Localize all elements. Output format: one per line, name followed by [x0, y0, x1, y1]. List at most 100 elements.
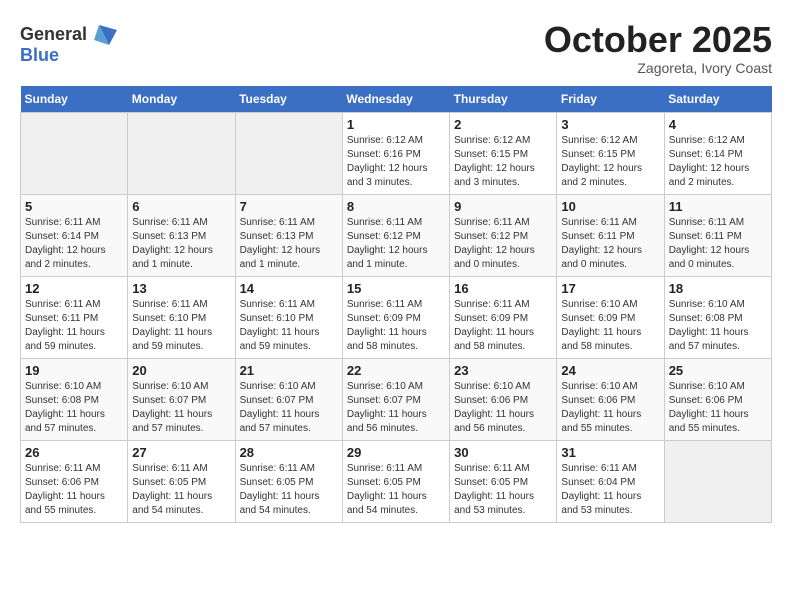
page-header: General Blue October 2025 Zagoreta, Ivor… [20, 20, 772, 76]
calendar-cell: 2 Sunrise: 6:12 AMSunset: 6:15 PMDaylight… [450, 112, 557, 194]
calendar-week-row: 26 Sunrise: 6:11 AMSunset: 6:06 PMDayligh… [21, 440, 772, 522]
calendar-cell: 29 Sunrise: 6:11 AMSunset: 6:05 PMDayligh… [342, 440, 449, 522]
day-number: 9 [454, 199, 552, 214]
day-number: 12 [25, 281, 123, 296]
calendar-cell: 5 Sunrise: 6:11 AMSunset: 6:14 PMDaylight… [21, 194, 128, 276]
day-info: Sunrise: 6:10 AMSunset: 6:09 PMDaylight:… [561, 298, 659, 354]
day-info: Sunrise: 6:11 AMSunset: 6:14 PMDaylight:… [25, 216, 123, 272]
day-number: 10 [561, 199, 659, 214]
day-number: 21 [240, 363, 338, 378]
logo-general-text: General [20, 25, 87, 45]
day-info: Sunrise: 6:12 AMSunset: 6:14 PMDaylight:… [669, 134, 767, 190]
day-info: Sunrise: 6:11 AMSunset: 6:05 PMDaylight:… [454, 462, 552, 518]
day-info: Sunrise: 6:11 AMSunset: 6:05 PMDaylight:… [240, 462, 338, 518]
weekday-header-wednesday: Wednesday [342, 86, 449, 113]
calendar-cell: 28Sunrise: 6:11 AMSunset: 6:05 PMDayligh… [235, 440, 342, 522]
day-number: 30 [454, 445, 552, 460]
day-number: 15 [347, 281, 445, 296]
calendar-cell: 6 Sunrise: 6:11 AMSunset: 6:13 PMDaylight… [128, 194, 235, 276]
calendar-cell: 10 Sunrise: 6:11 AMSunset: 6:11 PMDayligh… [557, 194, 664, 276]
day-info: Sunrise: 6:11 AMSunset: 6:05 PMDaylight:… [347, 462, 445, 518]
day-info: Sunrise: 6:11 AMSunset: 6:11 PMDaylight:… [561, 216, 659, 272]
calendar-cell: 16 Sunrise: 6:11 AMSunset: 6:09 PMDayligh… [450, 276, 557, 358]
day-info: Sunrise: 6:12 AMSunset: 6:15 PMDaylight:… [561, 134, 659, 190]
title-section: October 2025 Zagoreta, Ivory Coast [544, 20, 772, 76]
logo-blue-text: Blue [20, 46, 59, 66]
day-number: 24 [561, 363, 659, 378]
logo: General Blue [20, 20, 119, 66]
calendar-cell: 9 Sunrise: 6:11 AMSunset: 6:12 PMDaylight… [450, 194, 557, 276]
calendar-cell [21, 112, 128, 194]
day-number: 2 [454, 117, 552, 132]
day-number: 29 [347, 445, 445, 460]
day-info: Sunrise: 6:11 AMSunset: 6:12 PMDaylight:… [454, 216, 552, 272]
day-number: 6 [132, 199, 230, 214]
day-info: Sunrise: 6:10 AMSunset: 6:07 PMDaylight:… [240, 380, 338, 436]
day-number: 8 [347, 199, 445, 214]
weekday-header-saturday: Saturday [664, 86, 771, 113]
calendar-cell: 17 Sunrise: 6:10 AMSunset: 6:09 PMDayligh… [557, 276, 664, 358]
calendar-table: SundayMondayTuesdayWednesdayThursdayFrid… [20, 86, 772, 523]
calendar-cell: 19 Sunrise: 6:10 AMSunset: 6:08 PMDayligh… [21, 358, 128, 440]
calendar-cell: 24 Sunrise: 6:10 AMSunset: 6:06 PMDayligh… [557, 358, 664, 440]
day-number: 31 [561, 445, 659, 460]
calendar-week-row: 12 Sunrise: 6:11 AMSunset: 6:11 PMDayligh… [21, 276, 772, 358]
calendar-cell [128, 112, 235, 194]
calendar-cell: 3Sunrise: 6:12 AMSunset: 6:15 PMDaylight… [557, 112, 664, 194]
day-info: Sunrise: 6:11 AMSunset: 6:06 PMDaylight:… [25, 462, 123, 518]
day-info: Sunrise: 6:12 AMSunset: 6:16 PMDaylight:… [347, 134, 445, 190]
day-info: Sunrise: 6:11 AMSunset: 6:12 PMDaylight:… [347, 216, 445, 272]
calendar-cell: 27Sunrise: 6:11 AMSunset: 6:05 PMDayligh… [128, 440, 235, 522]
day-number: 1 [347, 117, 445, 132]
day-info: Sunrise: 6:11 AMSunset: 6:11 PMDaylight:… [669, 216, 767, 272]
day-info: Sunrise: 6:10 AMSunset: 6:06 PMDaylight:… [561, 380, 659, 436]
day-info: Sunrise: 6:11 AMSunset: 6:13 PMDaylight:… [240, 216, 338, 272]
day-info: Sunrise: 6:10 AMSunset: 6:07 PMDaylight:… [132, 380, 230, 436]
calendar-cell: 1 Sunrise: 6:12 AMSunset: 6:16 PMDaylight… [342, 112, 449, 194]
calendar-cell: 14Sunrise: 6:11 AMSunset: 6:10 PMDayligh… [235, 276, 342, 358]
day-number: 5 [25, 199, 123, 214]
day-number: 11 [669, 199, 767, 214]
day-info: Sunrise: 6:10 AMSunset: 6:08 PMDaylight:… [25, 380, 123, 436]
calendar-cell: 8 Sunrise: 6:11 AMSunset: 6:12 PMDaylight… [342, 194, 449, 276]
calendar-week-row: 1 Sunrise: 6:12 AMSunset: 6:16 PMDaylight… [21, 112, 772, 194]
calendar-cell: 15 Sunrise: 6:11 AMSunset: 6:09 PMDayligh… [342, 276, 449, 358]
day-info: Sunrise: 6:11 AMSunset: 6:09 PMDaylight:… [347, 298, 445, 354]
day-number: 18 [669, 281, 767, 296]
day-info: Sunrise: 6:11 AMSunset: 6:09 PMDaylight:… [454, 298, 552, 354]
logo-icon [89, 20, 119, 50]
calendar-cell: 23Sunrise: 6:10 AMSunset: 6:06 PMDayligh… [450, 358, 557, 440]
day-number: 22 [347, 363, 445, 378]
day-number: 20 [132, 363, 230, 378]
day-number: 26 [25, 445, 123, 460]
day-info: Sunrise: 6:10 AMSunset: 6:07 PMDaylight:… [347, 380, 445, 436]
calendar-cell [235, 112, 342, 194]
weekday-header-monday: Monday [128, 86, 235, 113]
day-number: 4 [669, 117, 767, 132]
day-info: Sunrise: 6:11 AMSunset: 6:11 PMDaylight:… [25, 298, 123, 354]
day-number: 19 [25, 363, 123, 378]
month-title: October 2025 [544, 20, 772, 60]
day-number: 14 [240, 281, 338, 296]
weekday-header-tuesday: Tuesday [235, 86, 342, 113]
day-number: 13 [132, 281, 230, 296]
day-number: 23 [454, 363, 552, 378]
calendar-cell: 13Sunrise: 6:11 AMSunset: 6:10 PMDayligh… [128, 276, 235, 358]
calendar-cell: 25Sunrise: 6:10 AMSunset: 6:06 PMDayligh… [664, 358, 771, 440]
calendar-cell: 11 Sunrise: 6:11 AMSunset: 6:11 PMDayligh… [664, 194, 771, 276]
day-number: 16 [454, 281, 552, 296]
weekday-header-sunday: Sunday [21, 86, 128, 113]
calendar-cell: 20 Sunrise: 6:10 AMSunset: 6:07 PMDayligh… [128, 358, 235, 440]
calendar-cell: 18Sunrise: 6:10 AMSunset: 6:08 PMDayligh… [664, 276, 771, 358]
day-number: 25 [669, 363, 767, 378]
weekday-header-row: SundayMondayTuesdayWednesdayThursdayFrid… [21, 86, 772, 113]
day-number: 17 [561, 281, 659, 296]
calendar-cell: 7Sunrise: 6:11 AMSunset: 6:13 PMDaylight… [235, 194, 342, 276]
day-info: Sunrise: 6:11 AMSunset: 6:13 PMDaylight:… [132, 216, 230, 272]
day-info: Sunrise: 6:12 AMSunset: 6:15 PMDaylight:… [454, 134, 552, 190]
calendar-cell: 26 Sunrise: 6:11 AMSunset: 6:06 PMDayligh… [21, 440, 128, 522]
day-number: 27 [132, 445, 230, 460]
calendar-cell: 12 Sunrise: 6:11 AMSunset: 6:11 PMDayligh… [21, 276, 128, 358]
calendar-cell [664, 440, 771, 522]
calendar-cell: 31Sunrise: 6:11 AMSunset: 6:04 PMDayligh… [557, 440, 664, 522]
